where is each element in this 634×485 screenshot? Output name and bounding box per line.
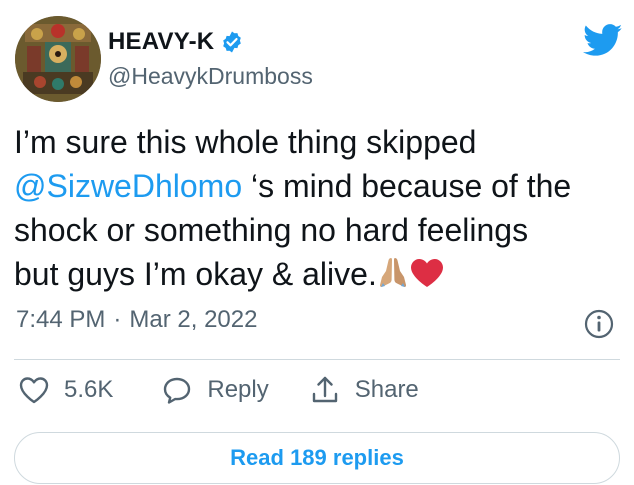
like-button[interactable]: 5.6K <box>18 375 113 405</box>
meta-separator: · <box>113 306 122 333</box>
like-count: 5.6K <box>64 376 114 403</box>
share-button[interactable]: Share <box>309 374 419 406</box>
reply-label: Reply <box>207 376 269 403</box>
tweet-text: I’m sure this whole thing skipped @Sizwe… <box>14 120 629 300</box>
divider <box>14 359 620 360</box>
red-heart-icon <box>409 256 445 300</box>
tweet-line-3: shock or something no hard feelings <box>14 212 529 248</box>
user-handle[interactable]: @HeavykDrumboss <box>108 63 313 90</box>
verified-badge-icon <box>220 30 244 54</box>
reply-bubble-icon <box>161 375 193 405</box>
twitter-bird-icon[interactable] <box>583 24 623 57</box>
read-replies-button[interactable]: Read 189 replies <box>14 432 620 484</box>
tweet-date[interactable]: Mar 2, 2022 <box>129 306 257 334</box>
tweet-meta: 7:44 PM · Mar 2, 2022 <box>16 306 257 334</box>
avatar[interactable] <box>15 16 101 102</box>
heart-icon <box>18 375 50 405</box>
tweet-line-4: but guys I’m okay & alive. <box>14 256 377 292</box>
action-bar: 5.6K Reply Share <box>18 374 419 406</box>
display-name[interactable]: HEAVY-K <box>108 28 214 56</box>
tweet-line-1: I’m sure this whole thing skipped <box>14 124 477 160</box>
mention-link[interactable]: @SizweDhlomo <box>14 168 242 204</box>
share-label: Share <box>354 376 419 403</box>
folded-hands-icon <box>377 255 409 300</box>
reply-button[interactable]: Reply <box>161 375 269 405</box>
share-icon <box>309 374 341 406</box>
tweet-time[interactable]: 7:44 PM <box>16 306 105 334</box>
info-icon[interactable] <box>583 308 615 340</box>
tweet-line-2: ‘s mind because of the <box>242 168 572 204</box>
